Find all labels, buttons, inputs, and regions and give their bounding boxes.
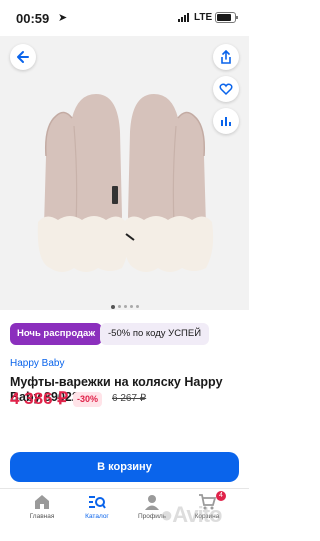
pager-dot[interactable]: [129, 305, 133, 309]
old-price: 6 267 ₽: [112, 393, 147, 404]
mittens-image: [37, 94, 214, 272]
network-label: LTE: [194, 12, 213, 23]
promo-code-badge[interactable]: -50% по коду УСПЕЙ: [100, 323, 210, 345]
night-sale-badge[interactable]: Ночь распродаж: [10, 323, 103, 345]
location-arrow-icon: ➤: [58, 12, 68, 24]
bar-chart-icon: [221, 117, 231, 126]
cart-count-badge: 4: [216, 491, 226, 501]
share-button[interactable]: [213, 44, 239, 70]
share-icon: [221, 50, 231, 64]
avito-watermark: ●Avito: [160, 502, 222, 527]
tab-home-label: Главная: [29, 513, 55, 520]
tab-home[interactable]: Главная: [17, 493, 67, 520]
favorite-button[interactable]: [213, 76, 239, 102]
discount-badge: -30%: [73, 392, 103, 407]
brand-link[interactable]: Happy Baby: [10, 358, 64, 369]
tab-catalog-label: Каталог: [85, 513, 109, 520]
signal-icon: [178, 13, 192, 22]
pager-dot[interactable]: [123, 305, 127, 309]
product-image[interactable]: [0, 36, 249, 310]
heart-icon: [219, 83, 233, 96]
arrow-left-icon: [17, 51, 29, 63]
compare-button[interactable]: [213, 108, 239, 134]
battery-icon: [215, 12, 238, 23]
status-time: 00:59: [16, 11, 50, 26]
pager-dot[interactable]: [110, 304, 115, 309]
image-pager: [0, 298, 249, 316]
promo-row: Ночь распродаж -50% по коду УСПЕЙ: [0, 323, 249, 347]
add-to-cart-button[interactable]: В корзину: [10, 452, 239, 482]
home-icon: [35, 495, 49, 509]
pager-dot[interactable]: [135, 305, 139, 309]
catalog-search-icon: [89, 496, 106, 509]
tab-catalog[interactable]: Каталог: [72, 493, 122, 520]
status-bar: 00:59 ➤ LTE: [0, 0, 249, 36]
profile-icon: [145, 495, 159, 510]
pager-dot[interactable]: [117, 305, 121, 309]
avito-logo-icon: ●: [160, 502, 173, 527]
back-button[interactable]: [10, 44, 36, 70]
current-price: 4 386 ₽: [10, 389, 69, 408]
